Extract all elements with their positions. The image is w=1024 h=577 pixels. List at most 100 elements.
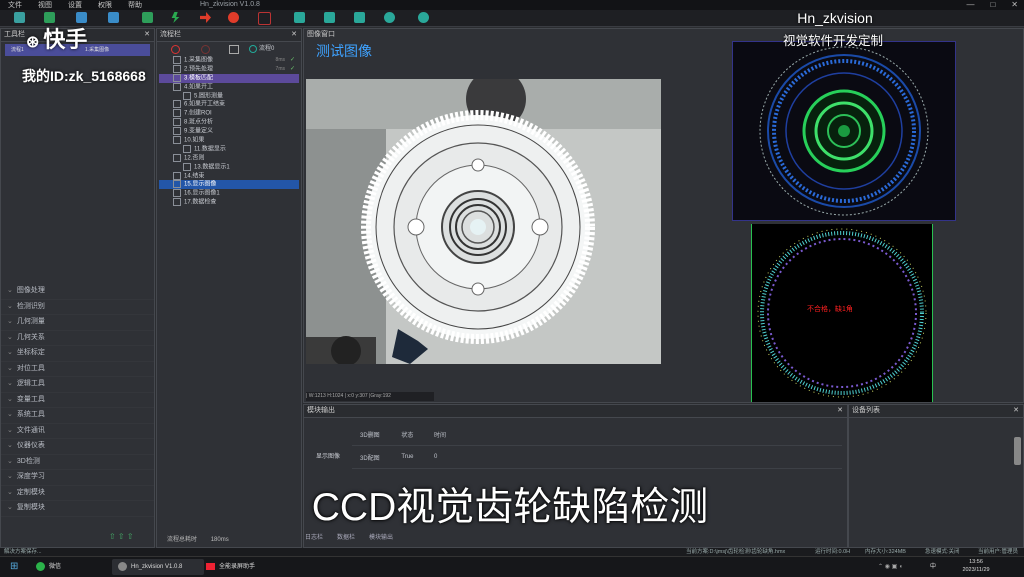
flow-step[interactable]: 14.结束 xyxy=(159,171,299,181)
flow-step[interactable]: 13.数据显示1 xyxy=(159,162,299,172)
menu-permissions[interactable]: 权限 xyxy=(90,0,120,10)
tab-data[interactable]: 数据栏 xyxy=(337,532,355,544)
flow-step[interactable]: 6.如果开工结束 xyxy=(159,100,299,109)
toolbox-title: 工具栏 xyxy=(4,31,25,38)
toolbox-panel: 工具栏 ✕ 流程1 1.采集图像 ⌄ 图像处理 ⌄ 检测识别 ⌄ 几何测量 ⌄ 几何关系 ⌄ 坐标… xyxy=(0,28,155,548)
menu-file[interactable]: 文件 xyxy=(0,0,30,10)
status-user: 当前用户:管理员 xyxy=(978,549,1019,555)
tool-category[interactable]: ⌄ 变量工具 xyxy=(1,393,154,408)
tool-category[interactable]: ⌄ 定制模块 xyxy=(1,486,154,501)
tool-category[interactable]: ⌄ 检测识别 xyxy=(1,300,154,315)
tool-category[interactable]: ⌄ 深度学习 xyxy=(1,470,154,486)
window-icon[interactable] xyxy=(229,45,239,54)
taskbar-hn-zkvision[interactable]: Hn_zkvision V1.0.8 xyxy=(112,559,204,575)
maximize-button[interactable]: □ xyxy=(990,0,995,10)
clock[interactable]: 13:56 2023/11/29 xyxy=(958,558,994,574)
module-output-table: 3D删图 状态 时间 3D配图 True 0 xyxy=(352,423,842,469)
flow-step[interactable]: 16.显示图像1 xyxy=(159,189,299,198)
flow-step[interactable]: 11.数据显示 xyxy=(159,144,299,154)
flow-step[interactable]: 1.采集图像 8ms ✓ xyxy=(159,56,299,65)
new-solution-icon[interactable] xyxy=(14,12,25,23)
taskbar-wechat[interactable]: 微信 xyxy=(30,559,67,575)
flow-header: 流程栏 ✕ xyxy=(157,29,301,42)
close-icon[interactable]: ✕ xyxy=(1013,405,1019,417)
close-icon[interactable]: ✕ xyxy=(837,405,843,417)
tool-category-label: 几何测量 xyxy=(16,318,45,325)
image-icon[interactable] xyxy=(324,12,335,23)
table-row[interactable]: 3D配图 True 0 xyxy=(352,445,842,469)
stop-icon[interactable] xyxy=(258,12,271,25)
tool-category[interactable]: ⌄ 文件通讯 xyxy=(1,424,154,439)
minimize-button[interactable]: — xyxy=(966,0,974,10)
flow-step-time: 7ms xyxy=(275,65,285,72)
main-image-view[interactable] xyxy=(306,79,661,364)
chevron-down-icon: ⌄ xyxy=(7,302,13,310)
result-image-view[interactable]: 不合格，缺1角 xyxy=(751,224,933,402)
taskbar-recorder-label: 全能录屏助手 xyxy=(219,564,256,570)
flow-step-label: 6.如果开工结束 xyxy=(184,102,226,109)
tool-category[interactable]: ⌄ 坐标标定 xyxy=(1,346,154,362)
export-icon[interactable] xyxy=(142,12,153,23)
flow-step[interactable]: 3.模板匹配 xyxy=(159,73,299,83)
tray-icons[interactable]: ⌃ ◉ ▣ ◖ xyxy=(872,559,909,575)
toolbox-nav-icons[interactable]: ⇧ ⇧ ⇧ xyxy=(109,532,134,541)
flow-step-label: 3.模板匹配 xyxy=(184,75,214,82)
flow-step[interactable]: 7.创建ROI xyxy=(159,109,299,118)
tab-module-output[interactable]: 模块输出 xyxy=(369,532,393,544)
flow-step-label: 8.斑点分析 xyxy=(184,119,214,126)
menu-help[interactable]: 帮助 xyxy=(120,0,150,10)
flow-step-label: 15.显示图像 xyxy=(184,182,217,189)
camera-icon[interactable] xyxy=(294,12,305,23)
processed-image-view[interactable] xyxy=(732,41,956,221)
tool-category[interactable]: ⌄ 图像处理 xyxy=(1,284,154,300)
step-icon xyxy=(173,118,181,127)
tool-category[interactable]: ⌄ 几何关系 xyxy=(1,331,154,346)
grid-icon[interactable] xyxy=(354,12,365,23)
run-once-icon[interactable] xyxy=(171,12,180,23)
tool-category-label: 变量工具 xyxy=(16,395,45,403)
save-icon[interactable] xyxy=(108,12,119,23)
flow-step[interactable]: 4.如果开工 xyxy=(159,82,299,92)
flow-step[interactable]: 5.圆形测量 xyxy=(159,91,299,101)
start-icon[interactable]: ⊞ xyxy=(4,559,24,575)
scrollbar[interactable] xyxy=(1014,437,1021,465)
close-button[interactable]: ✕ xyxy=(1011,0,1018,10)
module-output-header: 模块输出 ✕ xyxy=(304,405,847,418)
menu-view[interactable]: 视图 xyxy=(30,0,60,10)
close-icon[interactable]: ✕ xyxy=(291,29,297,41)
tool-category-label: 逻辑工具 xyxy=(16,380,45,387)
table-header-row: 3D删图 状态 时间 xyxy=(352,423,842,446)
kuaishou-logo-text: 快手 xyxy=(43,27,88,52)
tool-category[interactable]: ⌄ 对位工具 xyxy=(1,362,154,377)
flow-step[interactable]: 12.否则 xyxy=(159,153,299,163)
flow-step[interactable]: 9.变量定义 xyxy=(159,127,299,136)
chevron-down-icon: ⌄ xyxy=(7,504,13,511)
user-icon[interactable] xyxy=(384,12,395,23)
flow-step[interactable]: 15.显示图像 xyxy=(159,180,299,190)
loop-run-icon[interactable] xyxy=(228,12,239,23)
menu-settings[interactable]: 设置 xyxy=(60,0,90,10)
stop-record-icon[interactable] xyxy=(201,45,210,54)
info-icon[interactable] xyxy=(418,12,429,23)
tool-category[interactable]: ⌄ 系统工具 xyxy=(1,408,154,424)
tab-log[interactable]: 日志栏 xyxy=(305,532,323,544)
tool-category[interactable]: ⌄ 3D检测 xyxy=(1,455,154,470)
flow-step[interactable]: 8.斑点分析 xyxy=(159,118,299,127)
record-icon[interactable] xyxy=(171,45,180,54)
ime-indicator[interactable]: 中 xyxy=(924,559,942,575)
flow-step[interactable]: 17.数据检查 xyxy=(159,198,299,207)
next-arrow-icon[interactable] xyxy=(200,12,211,23)
tool-category[interactable]: ⌄ 仪器仪表 xyxy=(1,439,154,455)
tool-category[interactable]: ⌄ 复制模块 xyxy=(1,501,154,517)
flow-step[interactable]: 2.预先处理 7ms ✓ xyxy=(159,64,299,74)
chevron-down-icon: ⌄ xyxy=(7,364,13,372)
image-main-title: 测试图像 xyxy=(316,41,372,61)
flow-radio-icon[interactable] xyxy=(249,45,257,53)
flow-step[interactable]: 10.如果 xyxy=(159,136,299,145)
tool-category[interactable]: ⌄ 逻辑工具 xyxy=(1,377,154,393)
toolbox-flow-right-label: 1.采集图像 xyxy=(85,47,110,53)
taskbar-recorder[interactable]: 全能录屏助手 xyxy=(200,559,261,575)
close-icon[interactable]: ✕ xyxy=(144,29,150,41)
tool-category[interactable]: ⌄ 几何测量 xyxy=(1,315,154,331)
flow-panel: 流程栏 ✕ 流程0 1.采集图像 8ms ✓ 2.预先处理 7ms ✓ 3.模板匹配 4.如果… xyxy=(156,28,302,548)
